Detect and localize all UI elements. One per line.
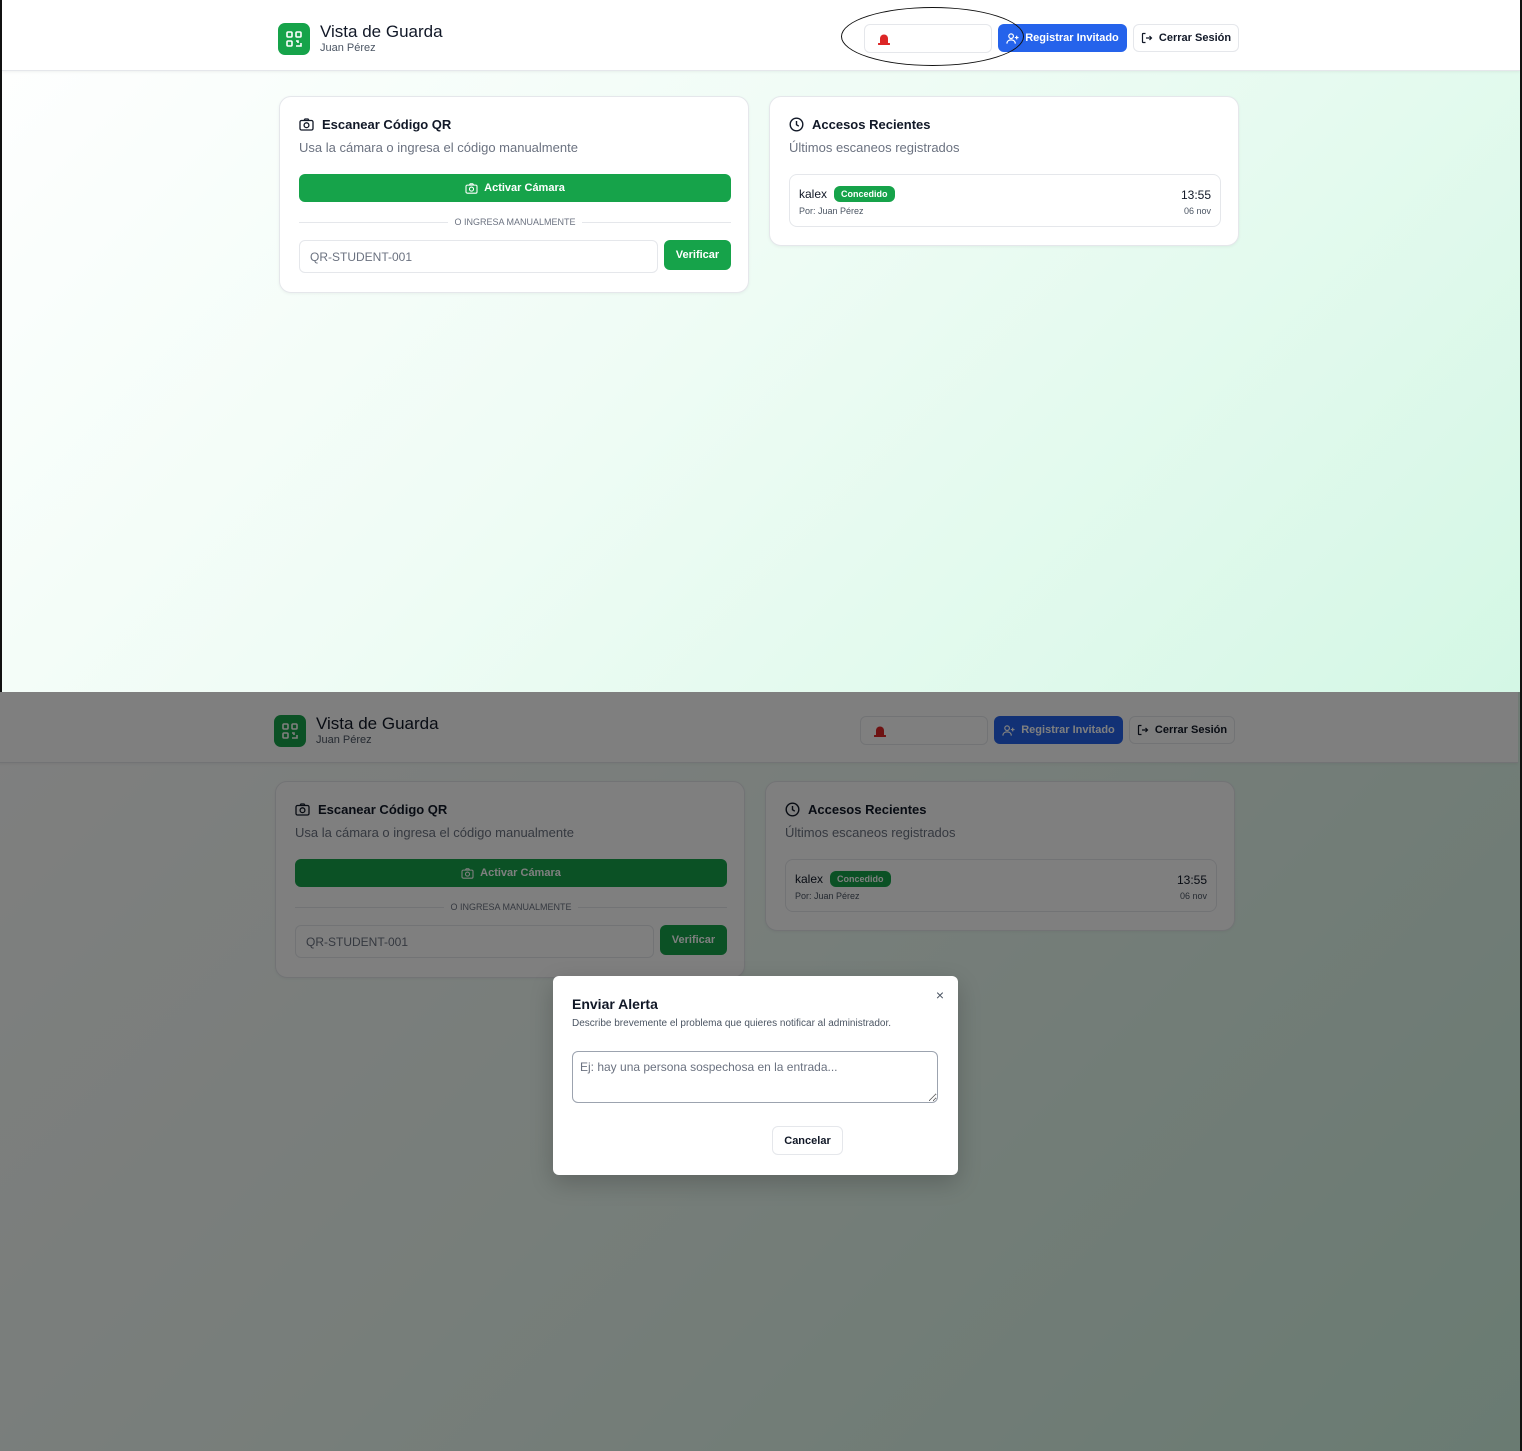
access-by: Por: Juan Pérez [799, 206, 864, 216]
scan-card-title: Escanear Código QR [322, 117, 452, 132]
manual-divider-label: O INGRESA MANUALMENTE [448, 217, 582, 227]
logout-icon [1141, 32, 1153, 44]
user-name: Juan Pérez [320, 42, 376, 54]
app-header: Vista de Guarda Juan Pérez Registrar Inv… [2, 0, 1520, 71]
status-badge: Concedido [834, 186, 895, 202]
page-title: Vista de Guarda [320, 22, 443, 41]
dialog-title: Enviar Alerta [572, 996, 658, 1012]
send-alert-button[interactable] [864, 24, 992, 53]
send-alert-dialog: × Enviar Alerta Describe brevemente el p… [553, 976, 958, 1175]
siren-icon [878, 34, 890, 45]
access-time: 13:55 [1180, 188, 1211, 202]
scan-card-subtitle: Usa la cámara o ingresa el código manual… [299, 140, 578, 155]
cancel-button[interactable]: Cancelar [772, 1126, 843, 1155]
activate-camera-button[interactable]: Activar Cámara [299, 174, 731, 202]
camera-icon [465, 182, 478, 194]
recent-card-title: Accesos Recientes [812, 117, 931, 132]
access-date: 06 nov [1183, 206, 1211, 216]
alert-message-textarea[interactable] [572, 1051, 938, 1103]
recent-card-subtitle: Últimos escaneos registrados [789, 140, 960, 155]
screen-guard-view: Vista de Guarda Juan Pérez Registrar Inv… [0, 0, 1522, 692]
logout-button[interactable]: Cerrar Sesión [1133, 24, 1239, 52]
list-item: kalex Concedido Por: Juan Pérez 13:55 06… [789, 174, 1221, 227]
activate-camera-label: Activar Cámara [484, 182, 565, 194]
camera-icon [299, 118, 314, 131]
page-background [2, 0, 1520, 692]
user-plus-icon [1006, 32, 1019, 44]
qr-code-logo-icon [278, 23, 310, 55]
close-icon[interactable]: × [936, 988, 944, 1002]
register-guest-label: Registrar Invitado [1025, 32, 1119, 44]
qr-code-input[interactable] [299, 240, 658, 273]
register-guest-button[interactable]: Registrar Invitado [998, 24, 1127, 52]
clock-icon [789, 117, 804, 132]
scan-qr-card: Escanear Código QR Usa la cámara o ingre… [279, 96, 749, 293]
recent-access-card: Accesos Recientes Últimos escaneos regis… [769, 96, 1239, 246]
manual-divider: O INGRESA MANUALMENTE [299, 216, 731, 228]
brand: Vista de Guarda Juan Pérez [278, 22, 443, 55]
dialog-description: Describe brevemente el problema que quie… [572, 1018, 892, 1029]
access-name: kalex [799, 187, 828, 201]
verify-button[interactable]: Verificar [664, 240, 731, 270]
logout-label: Cerrar Sesión [1158, 32, 1232, 44]
screen-alert-modal: Vista de Guarda Juan Pérez Registrar Inv… [0, 692, 1522, 1451]
